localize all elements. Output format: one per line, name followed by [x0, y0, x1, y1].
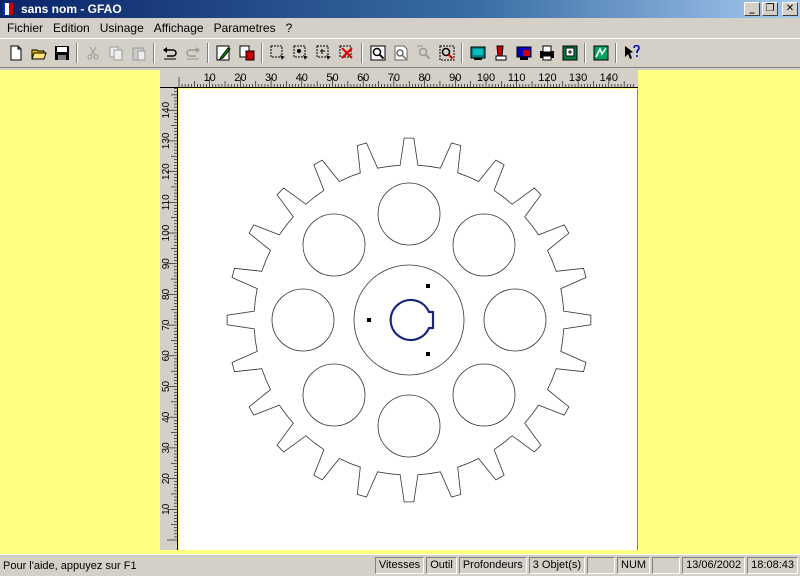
export-icon[interactable]	[558, 42, 581, 64]
ruler-top-label: 130	[569, 72, 587, 84]
redo-icon[interactable]	[181, 42, 204, 64]
ruler-left-label: 100	[161, 224, 172, 241]
draw-pencil-icon[interactable]	[212, 42, 235, 64]
ruler-left-label: 10	[161, 503, 172, 515]
status-profondeurs: Profondeurs	[458, 557, 527, 574]
window-title: sans nom - GFAO	[21, 2, 122, 16]
ruler-left-label: 80	[161, 288, 172, 300]
lightening-hole[interactable]	[483, 288, 547, 352]
ruler-left-label: 40	[161, 411, 172, 423]
lightening-holes	[271, 182, 547, 458]
menu-help[interactable]: ?	[281, 21, 298, 35]
lightening-hole[interactable]	[377, 182, 441, 246]
ruler-left-label: 110	[161, 194, 172, 210]
copy-icon[interactable]	[104, 42, 127, 64]
ruler-top-label: 30	[265, 72, 277, 84]
ruler-left-label: 50	[161, 381, 172, 393]
ruler-top-label: 10	[204, 72, 216, 84]
ruler-top-label: 60	[357, 72, 369, 84]
ruler-top-label: 90	[449, 72, 461, 84]
ruler-top-label: 100	[477, 72, 495, 84]
machine-icon[interactable]	[466, 42, 489, 64]
status-date: 13/06/2002	[682, 557, 746, 574]
menu-edition[interactable]: Edition	[48, 21, 95, 35]
ruler-top-label: 120	[538, 72, 556, 84]
ruler-top-label: 80	[418, 72, 430, 84]
open-folder-icon[interactable]	[27, 42, 50, 64]
calculator-icon[interactable]	[589, 42, 612, 64]
tool-icon[interactable]	[489, 42, 512, 64]
status-object-count: 3 Objet(s)	[528, 557, 586, 574]
select-shape-icon[interactable]	[235, 42, 258, 64]
status-num-lock: NUM	[617, 557, 651, 574]
help-pointer-icon[interactable]	[620, 42, 643, 64]
ruler-left-label: 130	[161, 132, 172, 149]
ruler-left-label: 70	[161, 319, 172, 331]
bore-keyway[interactable]	[389, 298, 435, 342]
select-move-icon[interactable]	[312, 42, 335, 64]
zoom-icon[interactable]	[366, 42, 389, 64]
new-file-icon[interactable]	[4, 42, 27, 64]
close-button[interactable]: ✕	[782, 2, 798, 16]
select-points-icon[interactable]	[289, 42, 312, 64]
ruler-top-label: 50	[326, 72, 338, 84]
undo-icon[interactable]	[158, 42, 181, 64]
lightening-hole[interactable]	[302, 213, 366, 277]
toolbar	[0, 38, 800, 68]
status-message: Pour l'aide, appuyez sur F1	[3, 559, 137, 572]
gear-outline[interactable]	[226, 137, 592, 503]
zoom-page-icon[interactable]	[389, 42, 412, 64]
lightening-hole[interactable]	[302, 363, 366, 427]
cut-icon[interactable]	[81, 42, 104, 64]
print-icon[interactable]	[535, 42, 558, 64]
restore-button[interactable]: ❐	[762, 2, 778, 16]
status-empty-pane	[652, 557, 681, 574]
ruler-top-label: 40	[296, 72, 308, 84]
save-icon[interactable]	[50, 42, 73, 64]
selection-handle[interactable]	[426, 352, 430, 356]
paste-icon[interactable]	[127, 42, 150, 64]
ruler-left-label: 90	[161, 258, 172, 270]
lightening-hole[interactable]	[377, 394, 441, 458]
title-bar: sans nom - GFAO _ ❐ ✕	[0, 0, 800, 18]
status-vitesses: Vitesses	[374, 557, 425, 574]
delete-icon[interactable]	[335, 42, 358, 64]
menu-usinage[interactable]: Usinage	[95, 21, 149, 35]
lightening-hole[interactable]	[452, 363, 516, 427]
menu-bar: Fichier Edition Usinage Affichage Parame…	[0, 18, 800, 38]
minimize-button[interactable]: _	[744, 2, 760, 16]
app-flag-icon[interactable]	[3, 2, 17, 16]
select-rect-icon[interactable]	[266, 42, 289, 64]
status-time: 18:08:43	[747, 557, 798, 574]
ruler-top-label: 110	[508, 72, 526, 84]
selection-handle[interactable]	[367, 318, 371, 322]
ruler-left-label: 140	[161, 101, 172, 118]
lightening-hole[interactable]	[452, 213, 516, 277]
ruler-left-label: 20	[161, 473, 172, 485]
status-outil: Outil	[426, 557, 457, 574]
ruler-top-label: 70	[388, 72, 400, 84]
zoom-all-icon[interactable]	[435, 42, 458, 64]
status-empty-pane	[587, 557, 616, 574]
ruler-left-label: 30	[161, 442, 172, 454]
ruler-top-label: 20	[234, 72, 246, 84]
drawing-canvas[interactable]	[179, 89, 638, 550]
menu-parametres[interactable]: Parametres	[209, 21, 281, 35]
status-bar: Pour l'aide, appuyez sur F1 Vitesses Out…	[0, 554, 800, 576]
ruler-left-label: 120	[161, 163, 172, 180]
ruler-left-label: 60	[161, 350, 172, 362]
ruler-top-label: 140	[600, 72, 618, 84]
lightening-hole[interactable]	[271, 288, 335, 352]
horizontal-ruler: 10 20 30 40 50 60 70 80 90 100 110 120 130 140	[160, 70, 638, 88]
selection-handle[interactable]	[426, 284, 430, 288]
simulate-icon[interactable]	[512, 42, 535, 64]
vertical-ruler: 140 130 120 110 100 90 80 70 60 50 40 30 20 10	[160, 88, 178, 550]
zoom-out-icon[interactable]	[412, 42, 435, 64]
menu-affichage[interactable]: Affichage	[149, 21, 209, 35]
workspace: 10 20 30 40 50 60 70 80 90 100 110 120 130 140 140 130…	[0, 70, 800, 554]
menu-fichier[interactable]: Fichier	[2, 21, 48, 35]
